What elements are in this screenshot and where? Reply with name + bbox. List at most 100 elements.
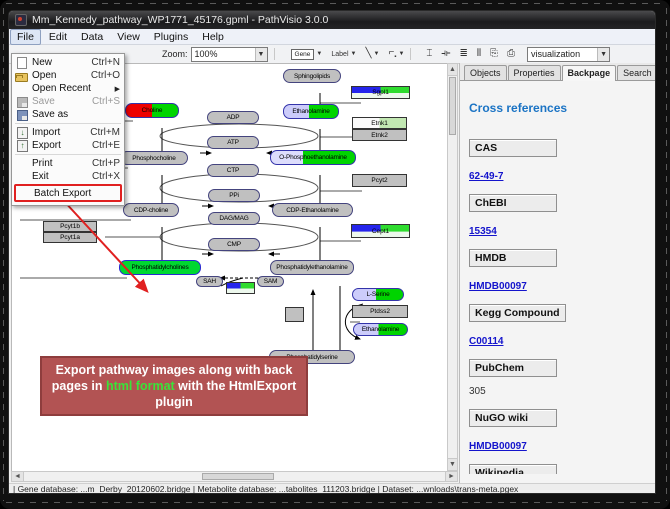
chevron-down-icon[interactable]: ▼ [597, 48, 609, 61]
frame-decoration [6, 502, 664, 503]
scroll-down-icon[interactable]: ▼ [448, 458, 457, 470]
file-menu-item-export[interactable]: ↑ExportCtrl+E [12, 139, 124, 152]
node-label: Sgpl1 [372, 89, 389, 96]
menu-edit[interactable]: Edit [43, 30, 73, 44]
new-document-icon [17, 57, 27, 69]
gene-node[interactable]: Sgpl1 [351, 86, 410, 99]
gene-node[interactable]: Pcyt1a [43, 232, 97, 243]
menu-view[interactable]: View [111, 30, 146, 44]
pathway-node[interactable]: SAH [196, 276, 223, 287]
title-bar: Mm_Kennedy_pathway_WP1771_45176.gpml - P… [9, 11, 655, 29]
pathway-node[interactable]: Phosphatidylethanolamine [270, 260, 354, 275]
file-menu-item-open-recent[interactable]: Open Recent▶ [12, 82, 124, 95]
frame-decoration [3, 8, 4, 501]
pathway-node[interactable]: Ethanolamine [283, 104, 339, 119]
new-gene-datanode-button[interactable]: Gene [291, 49, 315, 60]
side-panel: ObjectsPropertiesBackpageSearchLegend Cr… [459, 63, 656, 483]
file-menu-item-print[interactable]: PrintCtrl+P [12, 157, 124, 170]
pathway-node[interactable]: SAM [257, 276, 284, 287]
node-label: Etnk2 [371, 132, 388, 139]
pathway-node[interactable]: Phosphatidylcholines [119, 260, 201, 275]
crossref-link[interactable]: C00114 [469, 336, 503, 347]
node-label: Pcyt2 [371, 177, 387, 184]
line-tool-button[interactable]: ╲ [365, 49, 371, 59]
crossref-link[interactable]: 62-49-7 [469, 171, 503, 182]
pathway-node[interactable]: Ethanolamine [353, 323, 408, 336]
pathway-node[interactable]: DAG/MAG [208, 212, 260, 225]
file-menu-item-new[interactable]: NewCtrl+N [12, 56, 124, 69]
crossref-link[interactable]: HMDB00097 [469, 281, 527, 292]
pathway-node[interactable]: CMP [208, 238, 260, 251]
node-label: SAM [264, 278, 278, 285]
chevron-down-icon[interactable]: ▼ [255, 48, 267, 61]
common-width-icon[interactable]: ⎘ [490, 49, 498, 59]
crossref-link[interactable]: 15354 [469, 226, 497, 237]
chevron-down-icon[interactable]: ▼ [398, 51, 404, 57]
new-label-button[interactable]: Label [331, 51, 348, 58]
align-center-icon[interactable]: ⌶ [426, 49, 432, 59]
tab-backpage[interactable]: Backpage [562, 65, 617, 81]
gene-node[interactable]: Pcyt1b [43, 221, 97, 232]
file-menu-item-import[interactable]: ↓ImportCtrl+M [12, 126, 124, 139]
stack-horizontal-icon[interactable]: ⫴ [477, 49, 481, 59]
file-menu-item-exit[interactable]: ExitCtrl+X [12, 170, 124, 183]
crossref-source-title: Wikipedia [469, 464, 557, 474]
node-label: CDP-Ethanolamine [286, 207, 338, 214]
menu-help[interactable]: Help [196, 30, 230, 44]
align-middle-icon[interactable]: ⟛ [441, 49, 450, 59]
pathway-node[interactable]: Sphingolipids [283, 69, 341, 83]
gene-node[interactable]: Etnk2 [352, 129, 407, 141]
menu-plugins[interactable]: Plugins [148, 30, 194, 44]
pathway-node[interactable]: Choline [125, 103, 179, 118]
scroll-up-icon[interactable]: ▲ [448, 64, 457, 76]
annotation-text: with the HtmlExport plugin [155, 379, 296, 409]
pathway-node[interactable]: ATP [207, 136, 259, 149]
canvas-horizontal-scrollbar[interactable]: ◄ ► [11, 471, 458, 482]
menu-data[interactable]: Data [75, 30, 109, 44]
scrollbar-thumb[interactable] [202, 473, 274, 480]
gene-node[interactable] [285, 307, 304, 322]
gene-node[interactable] [226, 282, 255, 294]
pathway-node[interactable]: PPi [208, 189, 260, 202]
tab-search[interactable]: Search [617, 65, 656, 80]
pathway-node[interactable]: O-Phosphoethanolamine [270, 150, 356, 165]
chevron-down-icon[interactable]: ▼ [316, 51, 322, 57]
pathway-node[interactable]: CDP-Ethanolamine [272, 203, 353, 217]
canvas-vertical-scrollbar[interactable]: ▲ ▼ [447, 63, 458, 471]
pathway-node[interactable]: CTP [207, 164, 259, 177]
scroll-right-icon[interactable]: ► [445, 472, 457, 481]
file-menu-item-open[interactable]: OpenCtrl+O [12, 69, 124, 82]
menu-file[interactable]: File [10, 29, 41, 45]
node-label: L-Serine [367, 291, 390, 298]
file-menu-item-batch-export[interactable]: Batch Export [14, 184, 122, 202]
chevron-down-icon[interactable]: ▼ [351, 51, 357, 57]
menu-item-label: Import [32, 127, 84, 138]
gene-node[interactable]: Etnk1 [352, 117, 407, 129]
common-height-icon[interactable]: ⎙ [507, 49, 515, 59]
connector-tool-button[interactable]: ⌐▪ [388, 48, 396, 60]
gene-node[interactable]: Ptdss2 [352, 305, 408, 318]
crossref-section: WikipediaCholine [469, 464, 656, 474]
backpage-heading: Cross references [469, 101, 656, 115]
pathway-node[interactable]: ADP [207, 111, 259, 124]
crossref-source-title: Kegg Compound [469, 304, 566, 322]
screenshot-frame: Mm_Kennedy_pathway_WP1771_45176.gpml - P… [0, 0, 670, 509]
file-menu-item-save-as[interactable]: Save as [12, 108, 124, 121]
tab-objects[interactable]: Objects [464, 65, 507, 80]
pathway-node[interactable]: Phosphocholine [120, 151, 188, 165]
gene-node[interactable]: Pcyt2 [352, 174, 407, 187]
zoom-combo[interactable]: 100% ▼ [191, 47, 268, 62]
visualization-combo[interactable]: visualization ▼ [527, 47, 610, 62]
pathway-node[interactable]: CDP-choline [123, 203, 179, 217]
chevron-down-icon[interactable]: ▼ [374, 51, 380, 57]
file-menu-item-save[interactable]: SaveCtrl+S [12, 95, 124, 108]
pathway-node[interactable]: L-Serine [352, 288, 404, 301]
scroll-left-icon[interactable]: ◄ [12, 472, 24, 481]
gene-node[interactable]: Cept1 [351, 224, 410, 238]
crossref-link[interactable]: HMDB00097 [469, 441, 527, 452]
stack-vertical-icon[interactable]: ≣ [459, 49, 467, 59]
scrollbar-thumb[interactable] [449, 77, 456, 135]
menu-item-label: Save as [32, 109, 114, 120]
node-label: Pcyt1b [60, 223, 80, 230]
tab-properties[interactable]: Properties [508, 65, 561, 80]
